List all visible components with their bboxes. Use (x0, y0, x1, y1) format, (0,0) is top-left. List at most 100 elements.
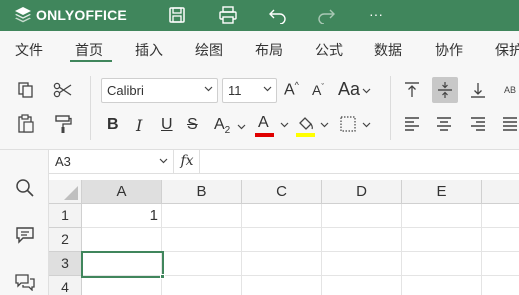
cell-c4[interactable] (242, 276, 322, 295)
name-box[interactable]: A3 (49, 150, 174, 173)
chevron-down-icon[interactable] (320, 122, 329, 128)
cell-e3[interactable] (402, 252, 482, 276)
cell-a2[interactable] (82, 228, 162, 252)
cell-a4[interactable] (82, 276, 162, 295)
font-color-swatch (255, 133, 274, 137)
cell-b3[interactable] (162, 252, 242, 276)
bold-button[interactable]: B (107, 116, 119, 134)
insert-function-button[interactable]: fx (175, 150, 200, 173)
cell-f3[interactable] (482, 252, 519, 276)
print-icon[interactable] (217, 4, 239, 26)
cell-b4[interactable] (162, 276, 242, 295)
onlyoffice-logo-icon (15, 7, 31, 23)
cell-f4[interactable] (482, 276, 519, 295)
comments-icon[interactable] (13, 223, 37, 247)
column-header-d[interactable]: D (322, 180, 402, 204)
chevron-down-icon[interactable] (280, 122, 289, 128)
tab-layout[interactable]: 布局 (255, 40, 283, 60)
cell-b2[interactable] (162, 228, 242, 252)
cell-e2[interactable] (402, 228, 482, 252)
font-size-select[interactable]: 11 (222, 78, 277, 103)
tab-formula[interactable]: 公式 (315, 40, 343, 60)
align-middle-icon[interactable] (432, 77, 458, 103)
subscript-button[interactable]: A2 (214, 116, 230, 136)
tab-protection[interactable]: 保护 (495, 40, 519, 60)
cell-c1[interactable] (242, 204, 322, 228)
cell-e4[interactable] (402, 276, 482, 295)
cell-selection-border (81, 251, 164, 278)
align-top-icon[interactable] (400, 78, 424, 102)
borders-icon[interactable] (336, 112, 360, 136)
brand-name: ONLYOFFICE (36, 7, 127, 23)
active-tab-indicator (70, 60, 112, 62)
font-name-select[interactable]: Calibri (101, 78, 218, 103)
align-right-icon[interactable] (466, 112, 490, 136)
tab-file[interactable]: 文件 (15, 40, 43, 60)
redo-icon[interactable] (315, 4, 337, 26)
save-icon[interactable] (166, 4, 188, 26)
align-bottom-icon[interactable] (466, 78, 490, 102)
formula-bar: A3 fx (49, 150, 519, 174)
select-all-corner[interactable] (49, 180, 82, 204)
undo-icon[interactable] (267, 4, 289, 26)
chevron-down-icon[interactable] (362, 88, 371, 94)
chevron-down-icon[interactable] (237, 124, 246, 130)
cell-b1[interactable] (162, 204, 242, 228)
chevron-down-icon[interactable] (362, 122, 371, 128)
fill-handle[interactable] (160, 274, 165, 279)
font-name-value: Calibri (107, 83, 144, 98)
row-header-4[interactable]: 4 (49, 276, 82, 295)
cell-c3[interactable] (242, 252, 322, 276)
increase-font-button[interactable]: A^ (284, 80, 299, 99)
tab-draw[interactable]: 绘图 (195, 40, 223, 60)
name-box-value: A3 (55, 154, 71, 169)
cell-f1[interactable] (482, 204, 519, 228)
toolbar-separator (390, 76, 391, 140)
tab-home[interactable]: 首页 (75, 40, 103, 60)
column-header-a[interactable]: A (82, 180, 162, 204)
column-header-e[interactable]: E (402, 180, 482, 204)
copy-icon[interactable] (14, 78, 38, 102)
cell-d2[interactable] (322, 228, 402, 252)
font-color-button[interactable]: A (258, 114, 269, 132)
tab-data[interactable]: 数据 (374, 40, 402, 60)
paste-icon[interactable] (14, 112, 38, 136)
column-header-b[interactable]: B (162, 180, 242, 204)
search-icon[interactable] (13, 176, 37, 200)
left-panel (0, 150, 49, 295)
more-icon[interactable]: ··· (365, 3, 387, 25)
change-case-button[interactable]: Aa (338, 79, 360, 100)
italic-button[interactable]: I (136, 116, 142, 135)
fill-color-swatch (296, 133, 315, 137)
cell-e1[interactable] (402, 204, 482, 228)
row-header-2[interactable]: 2 (49, 228, 82, 252)
column-header-f[interactable] (482, 180, 519, 204)
toolbar-separator (90, 76, 91, 140)
format-painter-icon[interactable] (51, 112, 75, 136)
formula-input[interactable] (201, 150, 519, 173)
cell-d1[interactable] (322, 204, 402, 228)
cut-icon[interactable] (51, 78, 75, 102)
row-header-1[interactable]: 1 (49, 204, 82, 228)
cell-a1[interactable]: 1 (82, 204, 162, 228)
underline-button[interactable]: U (161, 116, 173, 134)
cell-c2[interactable] (242, 228, 322, 252)
font-size-value: 11 (228, 83, 242, 98)
wrap-text-icon[interactable]: AB (498, 78, 519, 102)
cell-d4[interactable] (322, 276, 402, 295)
onlyoffice-logo: ONLYOFFICE (14, 6, 127, 24)
align-center-icon[interactable] (432, 112, 456, 136)
tab-collaboration[interactable]: 协作 (435, 40, 463, 60)
title-bar: ONLYOFFICE ··· (0, 0, 519, 31)
decrease-font-button[interactable]: Aˇ (312, 82, 324, 98)
chevron-down-icon (204, 86, 213, 92)
align-left-icon[interactable] (400, 112, 424, 136)
chat-icon[interactable] (13, 270, 37, 294)
tab-insert[interactable]: 插入 (135, 40, 163, 60)
cell-d3[interactable] (322, 252, 402, 276)
align-justify-icon[interactable] (498, 112, 519, 136)
column-header-c[interactable]: C (242, 180, 322, 204)
row-header-3[interactable]: 3 (49, 252, 82, 276)
cell-f2[interactable] (482, 228, 519, 252)
strikethrough-button[interactable]: S (187, 116, 198, 134)
